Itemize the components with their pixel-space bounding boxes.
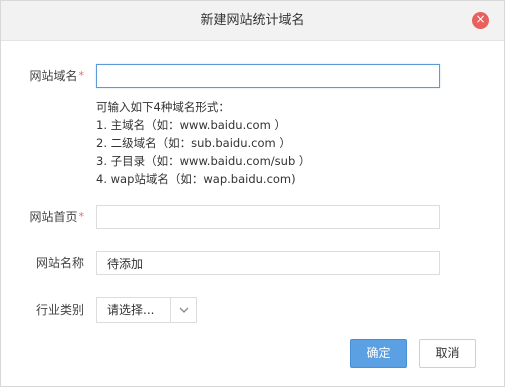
site-name-label: 网站名称 (35, 256, 84, 270)
cancel-button[interactable]: 取消 (419, 339, 476, 368)
homepage-label: 网站首页* (1, 205, 84, 229)
close-button[interactable]: × (472, 12, 489, 29)
homepage-required-mark: * (78, 210, 85, 223)
domain-required-mark: * (78, 69, 85, 82)
domain-input[interactable] (96, 64, 440, 88)
hint-item-subdomain: 2. 二级域名（如：sub.baidu.com ） (96, 136, 291, 150)
hint-item-wap-domain: 4. wap站域名（如：wap.baidu.com) (96, 172, 296, 186)
homepage-input[interactable] (96, 205, 440, 229)
domain-format-hint: 可输入如下4种域名形式： 1. 主域名（如：www.baidu.com ） 2.… (96, 98, 310, 188)
domain-label: 网站域名* (1, 64, 84, 88)
new-site-domain-dialog: 新建网站统计域名 × 网站域名* 可输入如下4种域名形式： 1. 主域名（如：w… (0, 0, 505, 387)
hint-item-subdirectory: 3. 子目录（如：www.baidu.com/sub ） (96, 154, 311, 168)
domain-label-text: 网站域名 (29, 69, 78, 83)
close-icon: × (475, 12, 486, 26)
chevron-down-icon (179, 307, 189, 313)
homepage-label-text: 网站首页 (29, 210, 78, 224)
hint-intro: 可输入如下4种域名形式： (96, 100, 230, 114)
industry-select-value: 请选择... (107, 303, 155, 317)
site-name-input[interactable] (96, 251, 440, 275)
hint-item-main-domain: 1. 主域名（如：www.baidu.com ） (96, 118, 286, 132)
industry-select[interactable]: 请选择... (96, 297, 197, 323)
industry-select-toggle[interactable] (170, 298, 196, 322)
confirm-button[interactable]: 确定 (350, 339, 407, 368)
dialog-title: 新建网站统计域名 (200, 13, 305, 28)
dialog-titlebar: 新建网站统计域名 × (1, 1, 504, 41)
industry-label: 行业类别 (35, 303, 84, 317)
